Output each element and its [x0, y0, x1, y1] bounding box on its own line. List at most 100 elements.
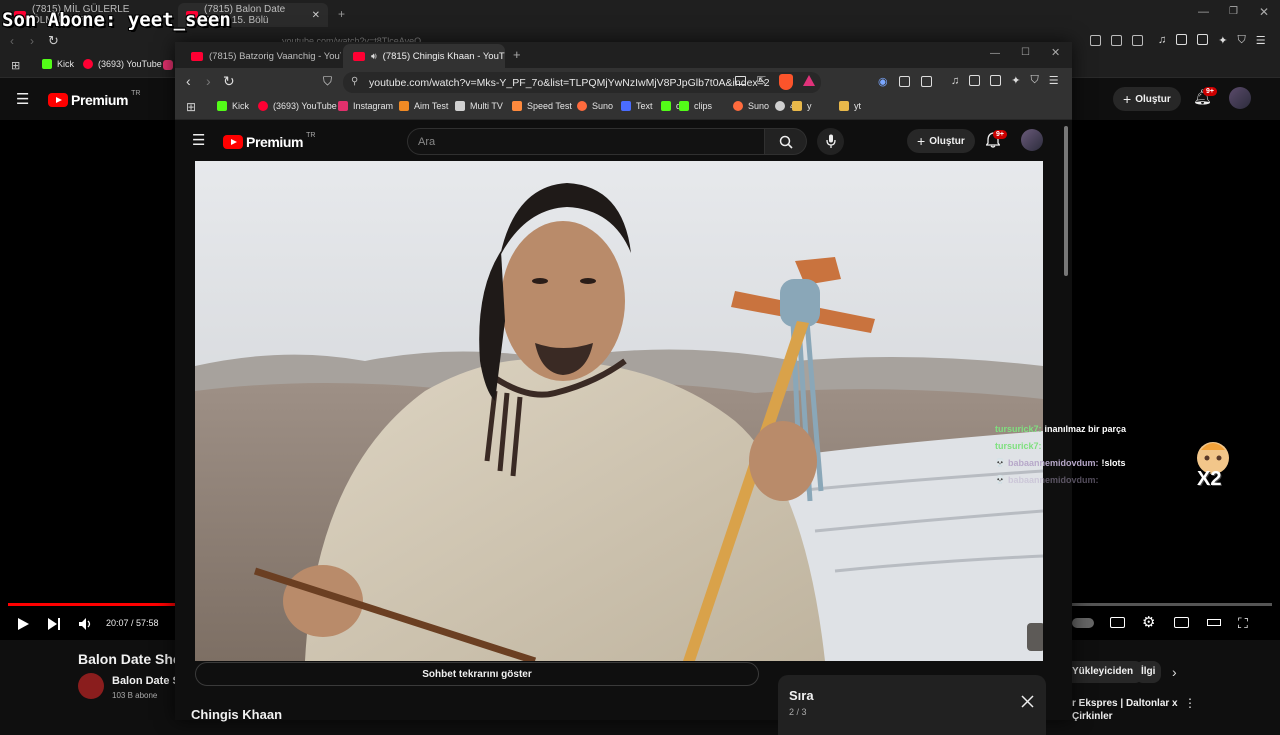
- bookmark-item[interactable]: Speed Test: [512, 101, 572, 111]
- fg-tab-chingis[interactable]: 🔊︎ (7815) Chingis Khaan - YouTu ✕: [343, 44, 505, 68]
- chip-related[interactable]: İlgi: [1135, 661, 1162, 683]
- shield-icon[interactable]: ⛉: [1237, 34, 1245, 47]
- youtube-premium-logo[interactable]: Premium TR: [48, 90, 140, 108]
- suggestion-title-2[interactable]: Çirkinler: [1072, 711, 1113, 722]
- bookmark-item[interactable]: clips: [679, 101, 712, 111]
- theater-mode-icon[interactable]: [1207, 619, 1221, 626]
- forward-icon[interactable]: ›: [206, 73, 211, 89]
- back-icon[interactable]: ‹: [186, 73, 191, 89]
- sidebar-icon[interactable]: [969, 75, 981, 86]
- maximize-icon[interactable]: ☐: [1021, 47, 1030, 58]
- search-button[interactable]: [765, 128, 807, 155]
- bookmark-item[interactable]: Multi TV: [455, 101, 503, 111]
- bookmark-label: clips: [694, 101, 713, 111]
- reload-icon[interactable]: ↻: [223, 73, 235, 90]
- show-chat-replay-button[interactable]: Sohbet tekrarını göster: [195, 662, 759, 686]
- bookmark-page-icon[interactable]: ⛉: [323, 74, 332, 89]
- bookmark-item[interactable]: Instagram: [338, 101, 393, 111]
- shield-icon[interactable]: ⛉: [1030, 74, 1038, 87]
- forward-icon[interactable]: ›: [30, 34, 34, 48]
- url-field[interactable]: ⚲ youtube.com/watch?v=Mks-Y_PF_7o&list=T…: [343, 72, 821, 93]
- create-button[interactable]: + Oluştur: [1113, 87, 1181, 111]
- extension-icon[interactable]: [1132, 35, 1143, 46]
- play-icon[interactable]: [16, 617, 30, 631]
- autoplay-toggle[interactable]: [1072, 618, 1094, 628]
- audio-playing-icon[interactable]: 🔊︎: [371, 51, 377, 62]
- bookmark-item[interactable]: Kick: [217, 101, 249, 111]
- apps-grid-icon[interactable]: ⊞: [11, 59, 20, 72]
- maximize-icon[interactable]: ❐: [1229, 6, 1238, 17]
- bookmark-item[interactable]: d: [661, 101, 681, 111]
- suggestion-title[interactable]: r Ekspres | Daltonlar x: [1072, 698, 1178, 709]
- bg-bookmark-youtube[interactable]: (3693) YouTube: [83, 59, 162, 69]
- hamburger-menu-icon[interactable]: ☰: [192, 131, 205, 149]
- voice-search-button[interactable]: [817, 128, 844, 155]
- share-icon[interactable]: ⇱: [757, 74, 766, 87]
- channel-avatar[interactable]: [78, 673, 104, 699]
- bookmark-item[interactable]: Aim Test: [399, 101, 448, 111]
- reload-icon[interactable]: ↻: [48, 33, 59, 49]
- voice-icon[interactable]: ◉: [878, 75, 888, 88]
- site-info-icon[interactable]: ⚲: [351, 76, 358, 87]
- bookmark-item[interactable]: Suno: [733, 101, 769, 111]
- fullscreen-icon[interactable]: ⛶: [1238, 615, 1248, 632]
- scrollbar-thumb[interactable]: [1064, 126, 1068, 276]
- sidebar-icon[interactable]: [1176, 34, 1188, 45]
- brave-shield-icon[interactable]: [779, 74, 793, 90]
- music-icon[interactable]: ♫: [1158, 34, 1166, 47]
- extension-icon[interactable]: [1090, 35, 1101, 46]
- bookmark-item[interactable]: y: [792, 101, 812, 111]
- minimize-icon[interactable]: —: [990, 48, 1000, 59]
- close-window-icon[interactable]: ✕: [1051, 46, 1060, 59]
- bookmark-item[interactable]: yt: [839, 101, 861, 111]
- menu-icon[interactable]: ☰: [1256, 34, 1266, 47]
- bookmark-label: (3693) YouTube: [98, 59, 162, 69]
- wallet-icon[interactable]: [990, 75, 1002, 86]
- avatar[interactable]: [1229, 87, 1251, 109]
- chevron-right-icon[interactable]: ›: [1172, 664, 1177, 680]
- clips-icon: [679, 101, 689, 111]
- avatar[interactable]: [1021, 129, 1043, 151]
- minimize-icon[interactable]: —: [1198, 6, 1209, 18]
- bookmark-label: Text: [636, 101, 653, 111]
- volume-icon[interactable]: [78, 617, 92, 631]
- leo-icon[interactable]: ✦: [1218, 34, 1227, 47]
- chat-message: 💀 babaannemidovdum:: [995, 471, 1215, 488]
- create-button[interactable]: + Oluştur: [907, 129, 975, 153]
- new-tab-icon[interactable]: +: [338, 7, 345, 21]
- extension-icon[interactable]: [1111, 35, 1122, 46]
- music-icon[interactable]: ♫: [951, 75, 959, 87]
- cast-icon[interactable]: [735, 76, 746, 85]
- next-icon[interactable]: [47, 617, 61, 631]
- back-icon[interactable]: ‹: [10, 34, 14, 48]
- search-placeholder: Ara: [418, 135, 436, 148]
- instagram-icon[interactable]: [163, 60, 173, 70]
- new-tab-icon[interactable]: +: [513, 47, 521, 62]
- bookmark-item[interactable]: Text: [621, 101, 653, 111]
- menu-icon[interactable]: ☰: [1049, 74, 1059, 87]
- close-tab-icon[interactable]: ✕: [312, 10, 320, 21]
- youtube-premium-logo[interactable]: Premium TR: [223, 132, 315, 150]
- wallet-icon[interactable]: [1197, 34, 1209, 45]
- hamburger-menu-icon[interactable]: ☰: [16, 90, 29, 108]
- fg-tab-batzorig[interactable]: (7815) Batzorig Vaanchig - YouTube: [181, 44, 341, 68]
- settings-gear-icon[interactable]: ⚙: [1142, 613, 1155, 631]
- bookmark-item[interactable]: Suno: [577, 101, 613, 111]
- bg-bookmark-kick[interactable]: Kick: [42, 59, 74, 69]
- main-video-player[interactable]: [195, 161, 1043, 661]
- chip-uploader[interactable]: Yükleyiciden: [1062, 661, 1144, 683]
- brave-rewards-icon[interactable]: [803, 75, 815, 86]
- extension-icon[interactable]: [898, 76, 910, 87]
- leo-icon[interactable]: ✦: [1011, 74, 1020, 87]
- miniplayer-icon[interactable]: [1174, 617, 1189, 628]
- more-options-icon[interactable]: ⋮: [1184, 696, 1196, 710]
- apps-grid-icon[interactable]: ⊞: [186, 100, 196, 114]
- chat-username: babaannemidovdum:: [1007, 457, 1099, 468]
- close-icon[interactable]: [1021, 695, 1034, 708]
- search-input[interactable]: Ara: [407, 128, 765, 155]
- close-window-icon[interactable]: ✕: [1259, 5, 1269, 19]
- chat-message: tursurick7: inanılmaz bir parça: [995, 420, 1215, 437]
- subtitles-icon[interactable]: [1110, 617, 1125, 628]
- bookmark-item[interactable]: (3693) YouTube: [258, 101, 337, 111]
- extension-icon[interactable]: [920, 76, 932, 87]
